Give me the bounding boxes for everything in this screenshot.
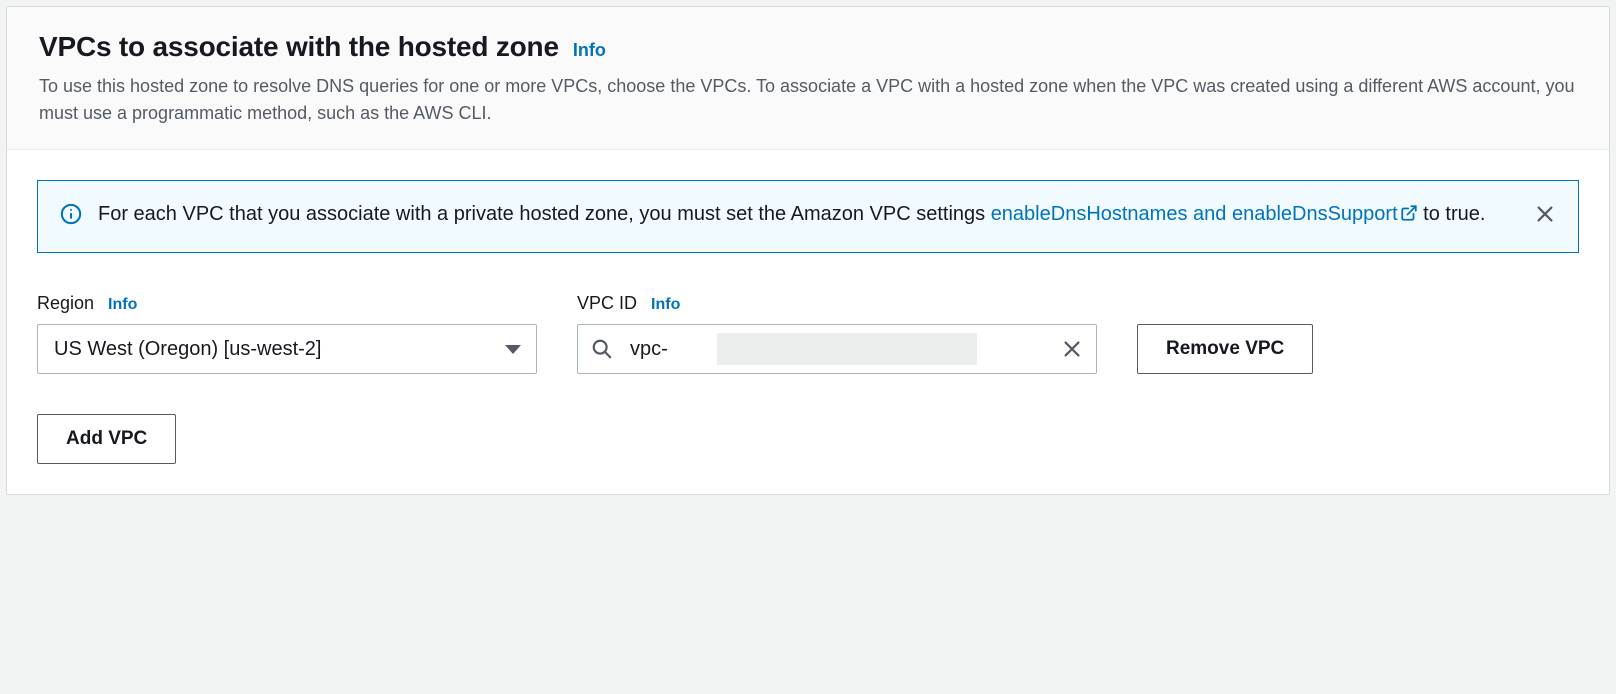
vpc-associate-panel: VPCs to associate with the hosted zone I… [6, 6, 1610, 495]
remove-vpc-button[interactable]: Remove VPC [1137, 324, 1313, 374]
alert-link[interactable]: enableDnsHostnames and enableDnsSupport [991, 203, 1418, 225]
info-alert: For each VPC that you associate with a p… [37, 180, 1579, 253]
panel-title: VPCs to associate with the hosted zone [39, 31, 559, 63]
alert-message: For each VPC that you associate with a p… [98, 199, 1516, 230]
remove-vpc-field: Remove VPC [1137, 324, 1313, 374]
vpc-id-input[interactable] [577, 324, 1097, 374]
region-field: Region Info US West (Oregon) [us-west-2] [37, 293, 537, 374]
info-icon [60, 199, 82, 225]
region-label-row: Region Info [37, 293, 537, 314]
vpc-id-label: VPC ID [577, 293, 637, 314]
vpc-row: Region Info US West (Oregon) [us-west-2]… [37, 293, 1579, 374]
add-vpc-row: Add VPC [37, 414, 1579, 464]
alert-close-button[interactable] [1532, 201, 1558, 227]
vpc-id-clear-button[interactable] [1057, 334, 1087, 364]
region-select-wrap: US West (Oregon) [us-west-2] [37, 324, 537, 374]
vpc-id-input-wrap [577, 324, 1097, 374]
add-vpc-button[interactable]: Add VPC [37, 414, 176, 464]
panel-header: VPCs to associate with the hosted zone I… [7, 7, 1609, 150]
panel-body: For each VPC that you associate with a p… [7, 150, 1609, 494]
external-link-icon [1400, 204, 1418, 222]
region-info-link[interactable]: Info [108, 296, 137, 314]
panel-title-row: VPCs to associate with the hosted zone I… [39, 31, 1577, 63]
vpc-id-field: VPC ID Info [577, 293, 1097, 374]
alert-link-text: enableDnsHostnames and enableDnsSupport [991, 203, 1398, 225]
region-label: Region [37, 293, 94, 314]
vpc-id-info-link[interactable]: Info [651, 296, 680, 314]
vpc-id-label-row: VPC ID Info [577, 293, 1097, 314]
alert-text-after: to true. [1418, 203, 1486, 225]
alert-text-before: For each VPC that you associate with a p… [98, 203, 991, 225]
region-select[interactable]: US West (Oregon) [us-west-2] [37, 324, 537, 374]
header-info-link[interactable]: Info [573, 40, 606, 61]
panel-description: To use this hosted zone to resolve DNS q… [39, 73, 1577, 127]
